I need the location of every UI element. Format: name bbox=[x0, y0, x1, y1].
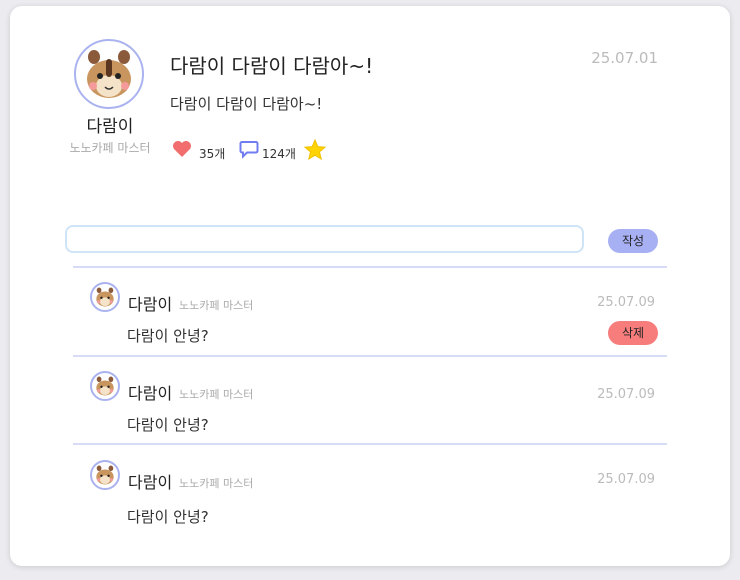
comment-icon[interactable] bbox=[239, 139, 259, 163]
delete-comment-button[interactable]: 삭제 bbox=[608, 321, 658, 345]
star-icon[interactable] bbox=[303, 138, 327, 164]
comment-date: 25.07.09 bbox=[597, 387, 655, 402]
divider bbox=[73, 443, 667, 445]
comment-count: 124개 bbox=[262, 147, 296, 161]
post-date: 25.07.01 bbox=[591, 49, 658, 67]
author-name: 다람이 bbox=[86, 117, 134, 137]
comment-role: 노노카페 마스터 bbox=[179, 477, 254, 490]
comment-text: 다람이 안녕? bbox=[127, 327, 209, 345]
squirrel-avatar-icon bbox=[96, 376, 114, 396]
comment-input[interactable] bbox=[65, 225, 584, 253]
comment-avatar bbox=[90, 460, 120, 490]
divider bbox=[73, 355, 667, 357]
post-title: 다람이 다람이 다람아~! bbox=[170, 54, 374, 78]
divider bbox=[73, 266, 667, 268]
comment-author: 다람이 bbox=[128, 384, 173, 403]
squirrel-avatar-icon bbox=[96, 465, 114, 485]
write-comment-button[interactable]: 작성 bbox=[608, 229, 658, 253]
squirrel-avatar-icon bbox=[87, 50, 131, 98]
squirrel-avatar-icon bbox=[96, 287, 114, 307]
comment-author: 다람이 bbox=[128, 473, 173, 492]
comment-role: 노노카페 마스터 bbox=[179, 388, 254, 401]
comment-role: 노노카페 마스터 bbox=[179, 299, 254, 312]
author-avatar bbox=[74, 39, 144, 109]
comment-date: 25.07.09 bbox=[597, 295, 655, 310]
comment-avatar bbox=[90, 282, 120, 312]
comment-date: 25.07.09 bbox=[597, 472, 655, 487]
post-body: 다람이 다람이 다람아~! bbox=[170, 95, 323, 113]
author-role: 노노카페 마스터 bbox=[69, 141, 151, 155]
heart-icon[interactable] bbox=[172, 140, 192, 162]
comment-author: 다람이 bbox=[128, 295, 173, 314]
comment-text: 다람이 안녕? bbox=[127, 416, 209, 434]
comment-avatar bbox=[90, 371, 120, 401]
like-count: 35개 bbox=[199, 147, 226, 161]
comment-text: 다람이 안녕? bbox=[127, 508, 209, 526]
